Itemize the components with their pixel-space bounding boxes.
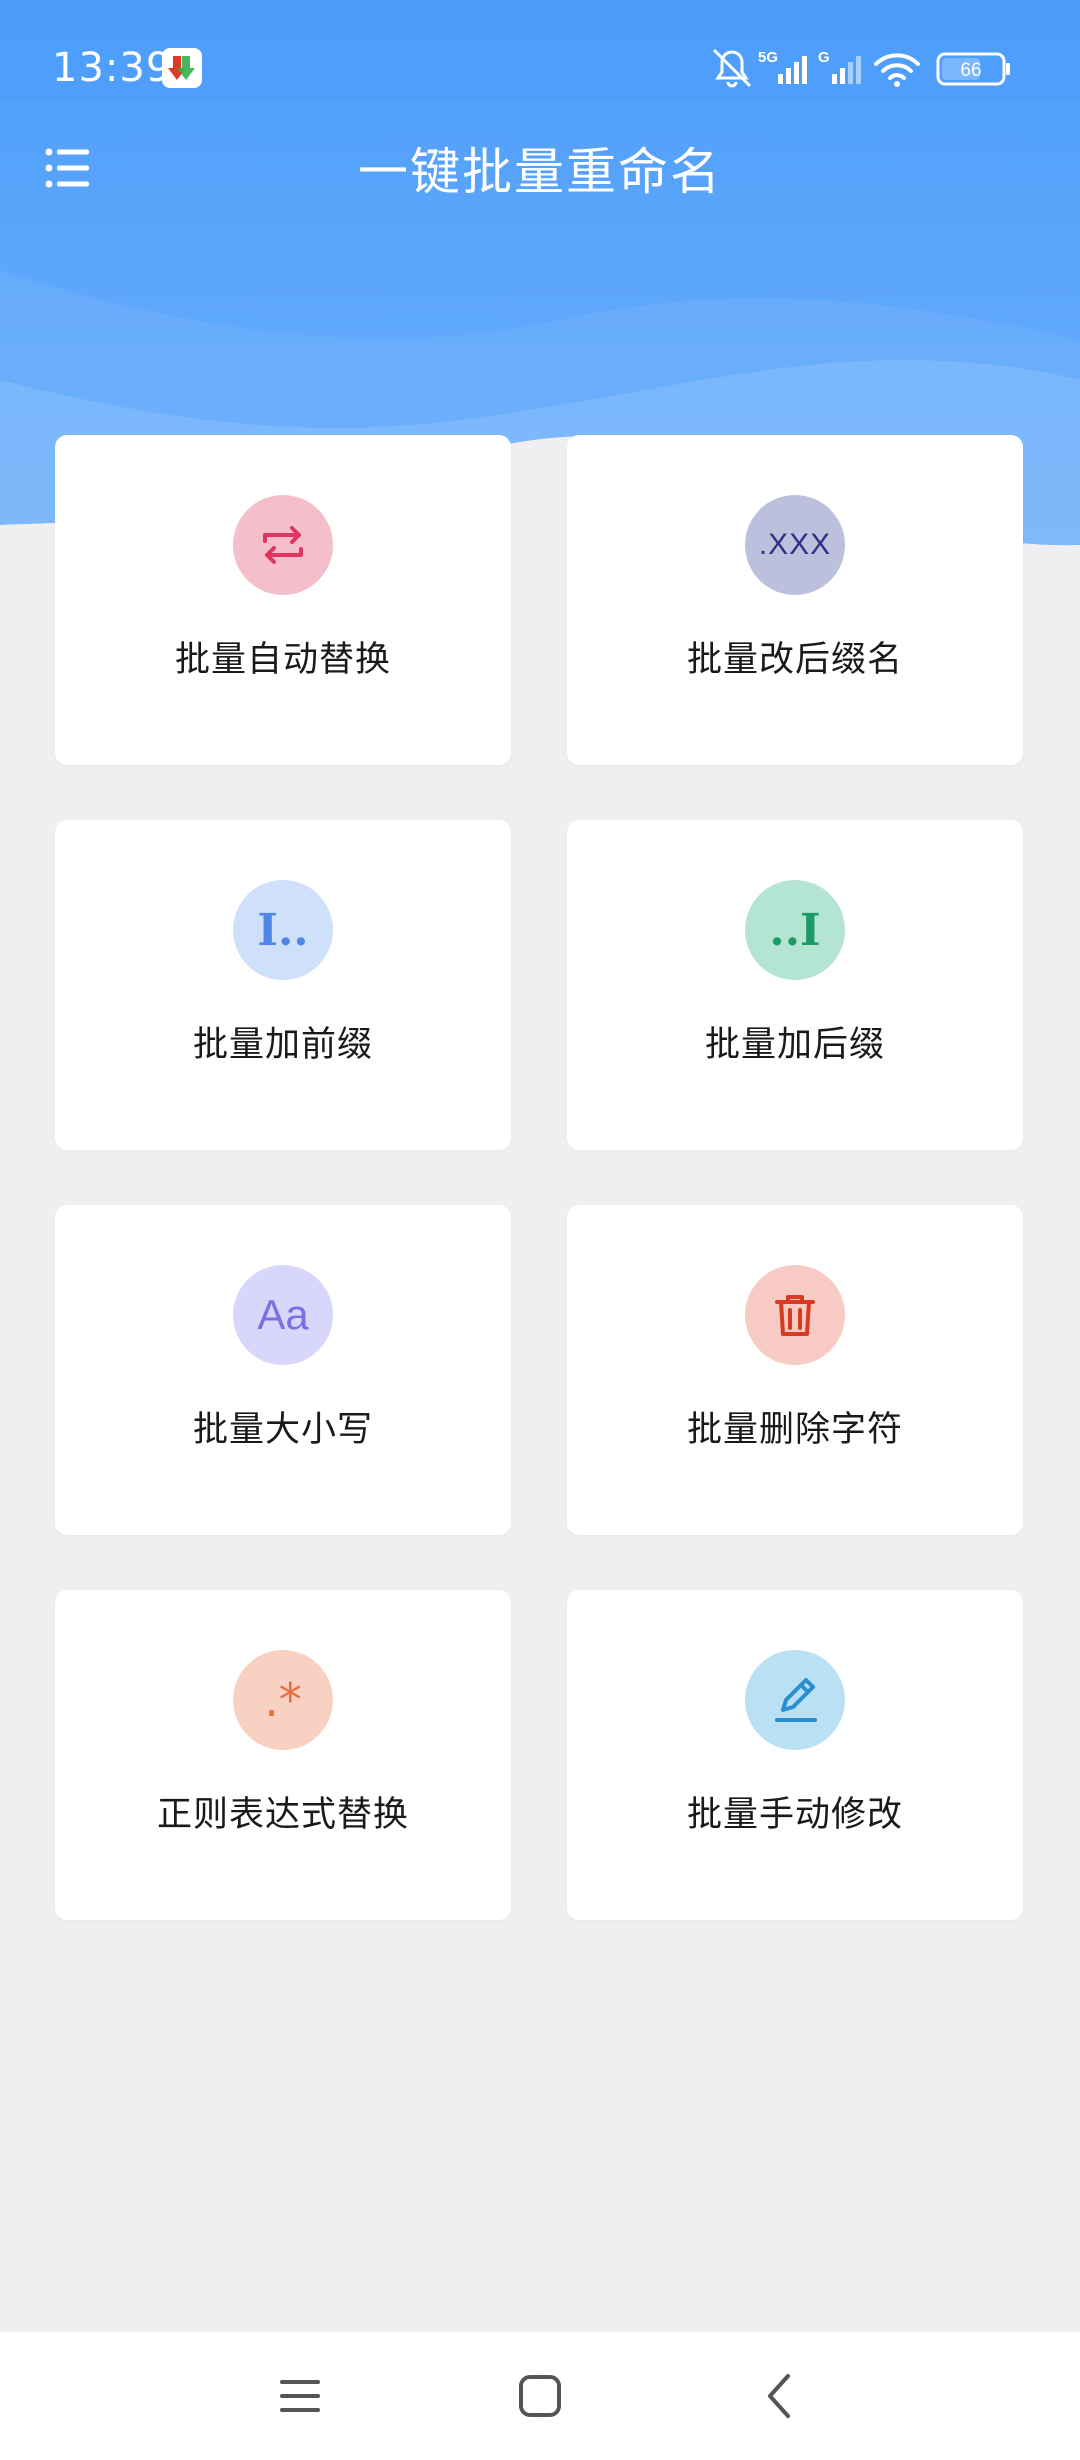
mute-bell-icon bbox=[712, 48, 752, 88]
status-bar: 13:39 5G G 66 bbox=[0, 0, 1080, 136]
card-batch-delete-chars[interactable]: 批量删除字符 bbox=[567, 1205, 1023, 1535]
card-label: 批量删除字符 bbox=[686, 1410, 903, 1450]
card-label: 批量自动替换 bbox=[174, 640, 391, 680]
back-icon bbox=[768, 2374, 790, 2418]
swap-arrows-icon bbox=[233, 495, 333, 595]
status-indicators: 5G G 66 bbox=[712, 48, 1010, 88]
card-label: 批量加后缀 bbox=[704, 1025, 885, 1065]
svg-text:66: 66 bbox=[960, 60, 981, 81]
card-label: 正则表达式替换 bbox=[156, 1795, 409, 1835]
home-icon bbox=[519, 2375, 561, 2417]
signal-icon-2 bbox=[832, 56, 861, 84]
status-time: 13:39 bbox=[52, 45, 173, 91]
prefix-icon: I.. bbox=[233, 880, 333, 980]
card-batch-add-prefix[interactable]: I.. 批量加前缀 bbox=[55, 820, 511, 1150]
pencil-edit-icon bbox=[745, 1650, 845, 1750]
recents-icon bbox=[280, 2380, 320, 2412]
regex-icon: .* bbox=[233, 1650, 333, 1750]
wifi-icon bbox=[874, 53, 920, 80]
system-nav-bar bbox=[0, 2332, 1080, 2460]
svg-text:5G: 5G bbox=[758, 49, 778, 66]
battery-icon: 66 bbox=[936, 52, 1010, 86]
extension-xxx-icon: .XXX bbox=[745, 495, 845, 595]
card-label: 批量改后缀名 bbox=[686, 640, 903, 680]
card-batch-letter-case[interactable]: Aa 批量大小写 bbox=[55, 1205, 511, 1535]
recents-button[interactable] bbox=[274, 2370, 326, 2422]
page-title: 一键批量重命名 bbox=[358, 143, 722, 201]
card-label: 批量大小写 bbox=[192, 1410, 373, 1450]
trash-icon bbox=[745, 1265, 845, 1365]
home-button[interactable] bbox=[514, 2370, 566, 2422]
letter-case-icon: Aa bbox=[233, 1265, 333, 1365]
card-batch-auto-replace[interactable]: 批量自动替换 bbox=[55, 435, 511, 765]
card-batch-add-suffix[interactable]: ..I 批量加后缀 bbox=[567, 820, 1023, 1150]
app-notification-icon bbox=[162, 48, 202, 88]
suffix-icon: ..I bbox=[745, 880, 845, 980]
back-button[interactable] bbox=[754, 2370, 806, 2422]
signal-icon bbox=[778, 56, 807, 84]
card-batch-manual-edit[interactable]: 批量手动修改 bbox=[567, 1590, 1023, 1920]
card-batch-change-extension[interactable]: .XXX 批量改后缀名 bbox=[567, 435, 1023, 765]
card-label: 批量加前缀 bbox=[192, 1025, 373, 1065]
card-label: 批量手动修改 bbox=[686, 1795, 903, 1835]
svg-text:G: G bbox=[818, 49, 830, 66]
card-regex-replace[interactable]: .* 正则表达式替换 bbox=[55, 1590, 511, 1920]
